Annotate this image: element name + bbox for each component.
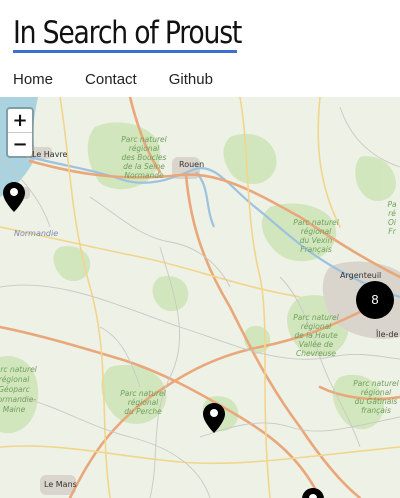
svg-text:de la Haute: de la Haute [294, 331, 338, 340]
map-tiles[interactable]: Le Havre Rouen Argenteuil Le Mans Île-de… [0, 97, 400, 498]
label-normandie: Normandie [14, 229, 58, 238]
svg-text:des Boucles: des Boucles [122, 153, 167, 162]
label-pnr-chevreuse: Parc naturel régional de la Haute Vallée… [293, 313, 339, 358]
label-pnr-seine: Parc naturel régional des Boucles de la … [121, 135, 167, 180]
svg-text:Fr: Fr [388, 227, 396, 236]
svg-text:Parc naturel: Parc naturel [120, 389, 166, 398]
svg-text:Normande: Normande [124, 171, 164, 180]
location-marker-icon[interactable] [2, 181, 26, 213]
svg-text:Parc naturel: Parc naturel [293, 313, 339, 322]
svg-text:régional: régional [301, 227, 332, 236]
svg-text:Parc naturel: Parc naturel [353, 379, 399, 388]
svg-text:Vallée de: Vallée de [299, 340, 334, 349]
svg-text:de la Seine: de la Seine [123, 162, 165, 171]
location-marker-icon[interactable] [301, 487, 325, 498]
svg-text:régional: régional [129, 144, 160, 153]
marker-cluster[interactable]: 8 [356, 281, 394, 319]
svg-text:Normandie-: Normandie- [0, 395, 36, 404]
label-argenteuil: Argenteuil [340, 271, 381, 280]
site-title[interactable]: In Search of Proust [13, 14, 242, 52]
svg-text:régional: régional [301, 322, 332, 331]
svg-text:régional: régional [0, 375, 30, 384]
svg-text:Maine: Maine [3, 405, 26, 414]
nav-link-github[interactable]: Github [169, 71, 213, 89]
label-rouen: Rouen [179, 160, 204, 169]
svg-text:du Perche: du Perche [124, 407, 162, 416]
svg-text:Chevreuse: Chevreuse [296, 349, 336, 358]
svg-text:Pa: Pa [387, 200, 397, 209]
title-underline [13, 50, 237, 53]
zoom-control: + − [6, 107, 34, 158]
map-view[interactable]: Le Havre Rouen Argenteuil Le Mans Île-de… [0, 97, 400, 498]
main-nav: Home Contact Github [13, 71, 245, 89]
svg-text:français: français [361, 406, 391, 415]
label-le-havre: Le Havre [32, 150, 68, 159]
nav-link-home[interactable]: Home [13, 71, 53, 89]
svg-text:ré: ré [388, 209, 396, 218]
svg-text:Oi: Oi [388, 218, 397, 227]
svg-text:régional: régional [128, 398, 159, 407]
zoom-in-button[interactable]: + [8, 109, 32, 133]
svg-text:Français: Français [300, 245, 332, 254]
svg-text:Parc naturel: Parc naturel [0, 365, 38, 374]
site-header: In Search of Proust Home Contact Github [0, 0, 400, 97]
svg-text:Géoparc: Géoparc [0, 385, 31, 394]
svg-text:Parc naturel: Parc naturel [293, 218, 339, 227]
zoom-out-button[interactable]: − [8, 133, 32, 156]
svg-text:du Gâtinais: du Gâtinais [355, 397, 398, 406]
nav-link-contact[interactable]: Contact [85, 71, 137, 89]
label-le-mans: Le Mans [44, 480, 77, 489]
svg-text:Parc naturel: Parc naturel [121, 135, 167, 144]
svg-text:régional: régional [361, 388, 392, 397]
svg-text:du Vexin: du Vexin [300, 236, 333, 245]
label-pnr-oise: Pa ré Oi Fr [387, 200, 397, 236]
location-marker-icon[interactable] [202, 402, 226, 434]
label-ile-de: Île-de [375, 328, 398, 339]
